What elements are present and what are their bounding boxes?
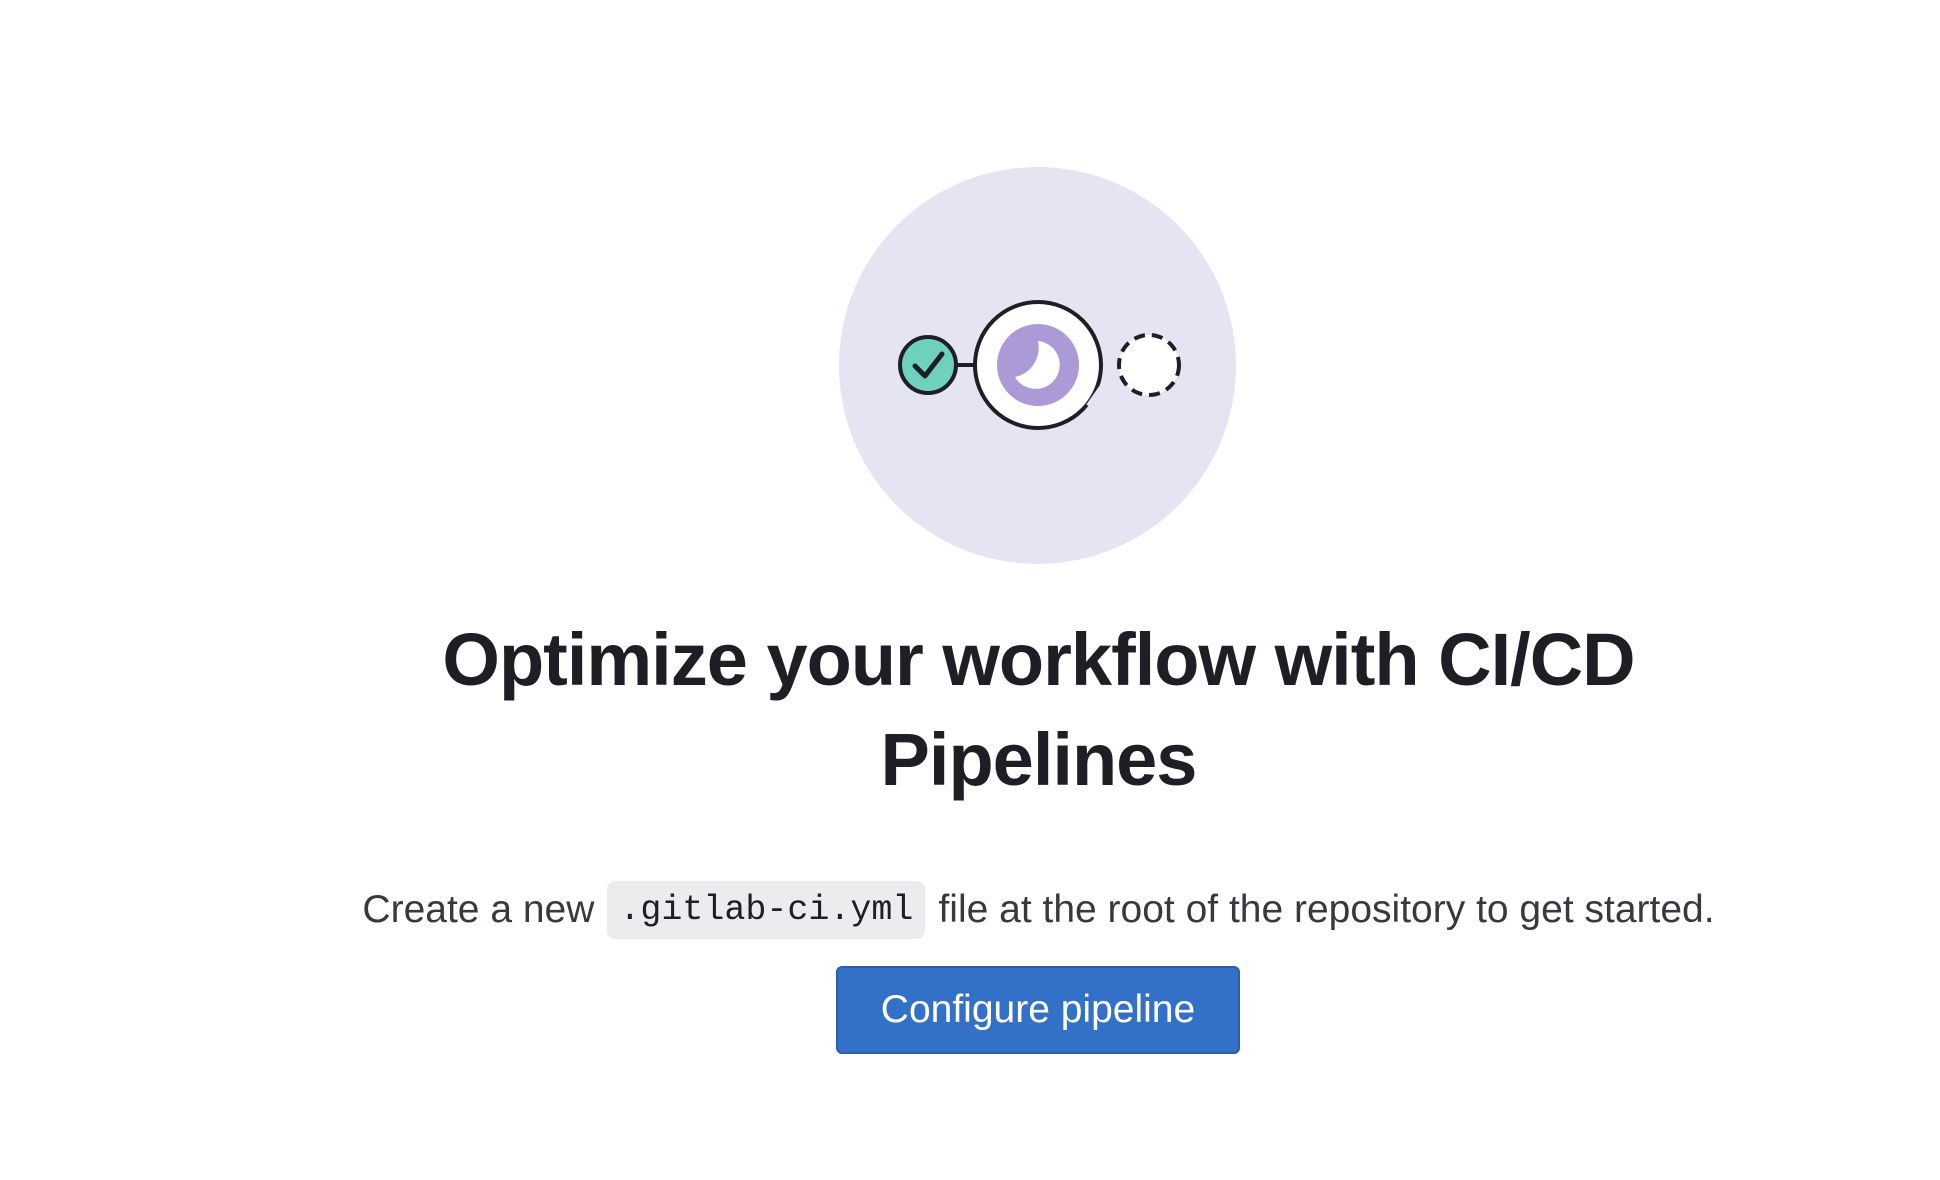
empty-state: Optimize your workflow with CI/CD Pipeli… — [0, 0, 1940, 1180]
pending-stage-icon — [1117, 333, 1181, 397]
description-before: Create a new — [362, 888, 595, 931]
success-check-icon — [898, 335, 958, 395]
description-text: Create a new .gitlab-ci.yml file at the ro… — [290, 879, 1787, 941]
pipeline-illustration-svg — [839, 167, 1236, 564]
page-title: Optimize your workflow with CI/CD Pipeli… — [442, 618, 1635, 801]
filename-code: .gitlab-ci.yml — [607, 881, 926, 939]
description-after: file at the root of the repository to ge… — [938, 888, 1715, 931]
configure-pipeline-button[interactable]: Configure pipeline — [836, 966, 1240, 1054]
pipeline-illustration — [839, 167, 1236, 564]
